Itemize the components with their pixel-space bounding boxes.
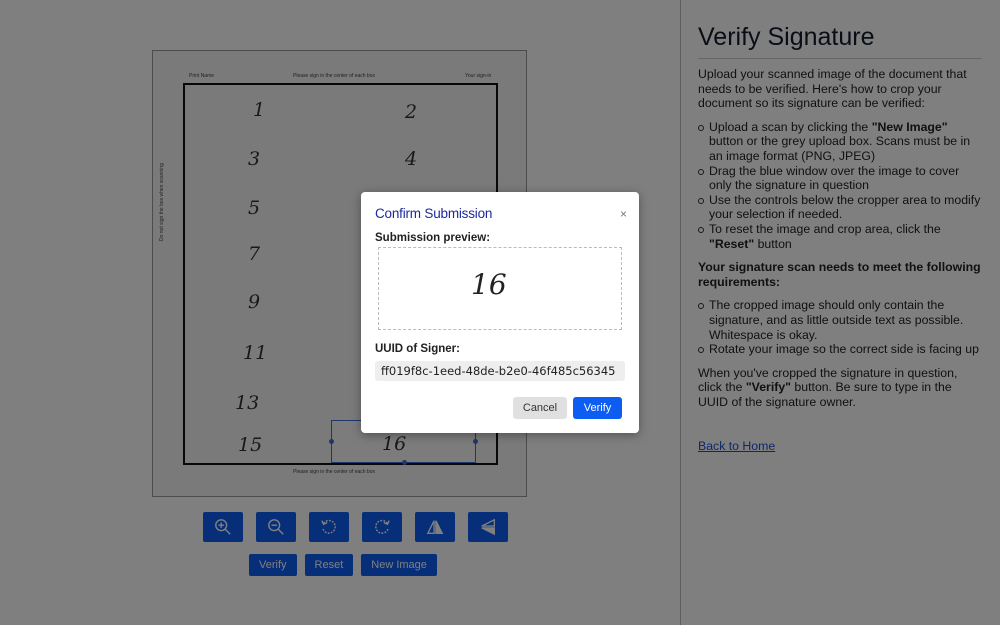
- uuid-label: UUID of Signer:: [375, 343, 460, 355]
- submission-preview: 16: [378, 247, 622, 330]
- preview-label: Submission preview:: [375, 232, 491, 244]
- cancel-button[interactable]: Cancel: [513, 397, 567, 419]
- uuid-input[interactable]: [375, 361, 625, 381]
- preview-signature: 16: [471, 268, 507, 301]
- close-icon[interactable]: ×: [620, 207, 627, 221]
- confirm-submission-dialog: Confirm Submission × Submission preview:…: [361, 192, 639, 433]
- confirm-verify-button[interactable]: Verify: [573, 397, 622, 419]
- dialog-title: Confirm Submission: [375, 206, 493, 221]
